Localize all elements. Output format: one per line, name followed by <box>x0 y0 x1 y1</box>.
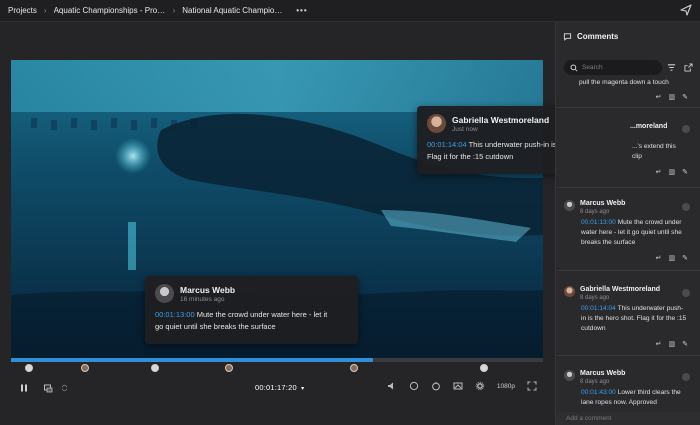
comment-marker[interactable] <box>25 364 33 372</box>
comment-actions: ↵ ▥ ✎ <box>656 168 688 176</box>
comment-item[interactable]: Marcus Webb 8 days ago 00:01:13:00 Mute … <box>556 200 695 248</box>
speed-icon[interactable] <box>431 381 441 391</box>
search-icon <box>570 63 578 72</box>
edit-icon[interactable]: ✎ <box>682 254 688 262</box>
fullscreen-icon[interactable] <box>527 381 537 391</box>
divider <box>556 187 700 188</box>
chevron-down-icon: ▾ <box>301 386 305 392</box>
divider <box>556 107 700 108</box>
comment-marker[interactable] <box>151 364 159 372</box>
comment-search[interactable] <box>564 60 662 75</box>
search-input[interactable] <box>582 64 662 71</box>
breadcrumb-asset[interactable]: › National Aquatic Championship... <box>166 6 287 15</box>
delete-icon[interactable]: ▥ <box>669 93 676 101</box>
reply-icon[interactable]: ↵ <box>656 93 662 101</box>
avatar <box>427 114 446 133</box>
resolve-toggle[interactable] <box>682 125 690 133</box>
timecode-link[interactable]: 00:01:14:04 <box>581 305 616 312</box>
comment-actions: ↵ ▥ ✎ <box>656 254 688 262</box>
resolve-toggle[interactable] <box>682 289 690 297</box>
timecode-link[interactable]: 00:01:13:00 <box>581 219 616 226</box>
comment-marker[interactable] <box>225 364 233 372</box>
divider <box>556 355 700 356</box>
delete-icon[interactable]: ▥ <box>669 168 676 176</box>
comment-item-partial[interactable]: pull the magenta down a touch <box>556 76 695 88</box>
resolve-toggle[interactable] <box>682 373 690 381</box>
volume-icon[interactable] <box>387 381 397 391</box>
comment-item[interactable]: Gabriella Westmoreland 8 days ago 00:01:… <box>556 286 695 334</box>
avatar <box>564 286 575 297</box>
comment-marker[interactable] <box>81 364 89 372</box>
player-controls: 00:01:17:20 ▾ 1080p <box>11 380 543 396</box>
comment-actions: ↵ ▥ ✎ <box>656 340 688 348</box>
timer-icon[interactable] <box>409 381 419 391</box>
comment-body: 00:01:13:00 Mute the crowd under water h… <box>581 219 682 246</box>
current-timecode[interactable]: 00:01:17:20 ▾ <box>255 383 304 392</box>
settings-icon[interactable] <box>475 381 485 391</box>
comment-body: 00:01:43:00 Lower third clears the lane … <box>581 389 681 406</box>
timeline-scrubber[interactable] <box>11 358 543 362</box>
more-options-button[interactable]: ••• <box>296 6 307 15</box>
comment-overlay-marcus[interactable]: Marcus Webb 16 minutes ago 00:01:13:00 M… <box>145 276 358 344</box>
send-icon[interactable] <box>680 4 692 16</box>
divider <box>556 270 700 271</box>
chevron-right-icon: › <box>43 6 47 15</box>
timeline-progress <box>11 358 373 362</box>
comments-panel: Comments pull the magenta down a touch ↵… <box>555 22 700 425</box>
export-icon[interactable] <box>684 63 693 72</box>
breadcrumb-project[interactable]: › Aquatic Championships - Promo <box>37 6 166 15</box>
reply-icon[interactable]: ↵ <box>656 168 662 176</box>
loop-icon[interactable] <box>61 383 68 393</box>
breadcrumb-projects[interactable]: Projects <box>8 6 37 15</box>
filter-icon[interactable] <box>667 63 676 72</box>
top-bar: Projects › Aquatic Championships - Promo… <box>0 0 700 22</box>
timecode-link[interactable]: 00:01:14:04 <box>427 140 467 149</box>
avatar <box>564 370 575 381</box>
comments-icon <box>563 32 572 41</box>
resolve-toggle[interactable] <box>682 203 690 211</box>
player-right-controls: 1080p <box>387 381 537 391</box>
quality-selector[interactable]: 1080p <box>497 383 515 390</box>
edit-icon[interactable]: ✎ <box>682 93 688 101</box>
annotate-icon[interactable] <box>453 381 463 391</box>
comments-header: Comments <box>556 22 700 50</box>
avatar <box>155 284 174 303</box>
comment-actions: ↵ ▥ ✎ <box>656 93 688 101</box>
play-pause-icon[interactable] <box>19 383 29 393</box>
edit-icon[interactable]: ✎ <box>682 168 688 176</box>
video-player: Gabriella Westmoreland Just now 00:01:14… <box>0 22 630 425</box>
timecode-link[interactable]: 00:01:43:00 <box>581 389 616 396</box>
avatar <box>564 200 575 211</box>
comment-marker[interactable] <box>350 364 358 372</box>
comment-item-partial[interactable]: ...moreland ...'s extend this clip <box>556 123 695 162</box>
comment-body: 00:01:13:00 Mute the crowd under water h… <box>155 310 328 331</box>
reply-icon[interactable]: ↵ <box>656 340 662 348</box>
reply-icon[interactable]: ↵ <box>656 254 662 262</box>
chevron-right-icon: › <box>172 6 176 15</box>
delete-icon[interactable]: ▥ <box>669 340 676 348</box>
frame-icon[interactable] <box>43 383 53 393</box>
comment-item[interactable]: Marcus Webb 8 days ago 00:01:43:00 Lower… <box>556 370 695 408</box>
panel-tools <box>667 63 693 72</box>
add-comment-input[interactable]: Add a comment <box>556 412 700 425</box>
edit-icon[interactable]: ✎ <box>682 340 688 348</box>
comment-marker[interactable] <box>480 364 488 372</box>
delete-icon[interactable]: ▥ <box>669 254 676 262</box>
timecode-link[interactable]: 00:01:13:00 <box>155 310 195 319</box>
comment-body: 00:01:14:04 This underwater push-in is t… <box>581 305 687 332</box>
comment-markers <box>11 364 543 374</box>
